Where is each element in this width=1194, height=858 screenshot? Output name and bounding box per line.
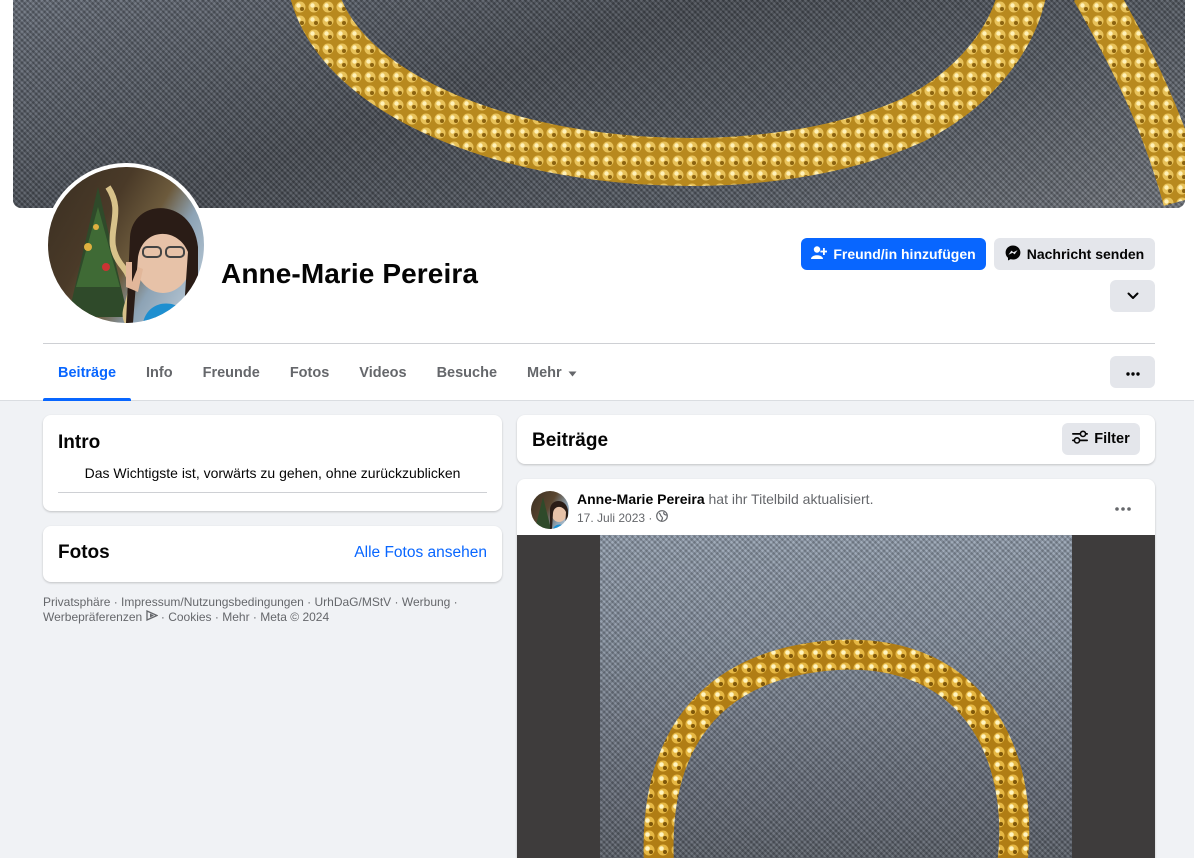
intro-title: Intro (58, 432, 101, 453)
post-author-line: Anne-Marie Pereira hat ihr Titelbild akt… (577, 491, 873, 507)
profile-name: Anne-Marie Pereira (221, 258, 479, 289)
tab-label: Mehr (527, 364, 562, 381)
tab-label: Freunde (202, 364, 260, 381)
profile-tabs: Beiträge Info Freunde Fotos Videos Besuc… (43, 344, 592, 401)
profile-header: Anne-Marie Pereira Freund/in hinzufügen … (0, 0, 1194, 401)
intro-bio: Das Wichtigste ist, vorwärts zu gehen, o… (84, 465, 461, 481)
tab-mehr[interactable]: Mehr (512, 344, 592, 401)
post-author-name[interactable]: Anne-Marie Pereira (577, 491, 705, 507)
cover-photo[interactable] (13, 0, 1185, 208)
footer-link-urhdag[interactable]: UrhDaG/MStV (315, 595, 392, 609)
photos-title: Fotos (58, 542, 110, 563)
tab-label: Videos (359, 364, 407, 381)
tab-info[interactable]: Info (131, 344, 188, 401)
globe-icon (656, 510, 669, 525)
intro-card: Intro Das Wichtigste ist, vorwärts zu ge… (43, 415, 502, 511)
footer-link-ad-choices[interactable]: Werbepräferenzen (43, 610, 142, 624)
send-message-button[interactable]: Nachricht senden (994, 238, 1155, 270)
caret-down-icon (568, 365, 577, 381)
footer-link-ads[interactable]: Werbung (402, 595, 450, 609)
footer-link-imprint[interactable]: Impressum/Nutzungsbedingungen (121, 595, 304, 609)
post-author-avatar[interactable] (531, 491, 569, 529)
post-date[interactable]: 17. Juli 2023 · (577, 511, 652, 525)
post-meta: 17. Juli 2023 · (577, 510, 669, 525)
more-dots-icon (1125, 363, 1140, 381)
post-options-button[interactable] (1107, 495, 1139, 519)
add-friend-button[interactable]: Freund/in hinzufügen (801, 238, 986, 270)
tab-videos[interactable]: Videos (344, 344, 421, 401)
tab-freunde[interactable]: Freunde (188, 344, 275, 401)
tab-label: Info (146, 364, 173, 381)
tab-besuche[interactable]: Besuche (422, 344, 512, 401)
footer-link-more[interactable]: Mehr (222, 610, 249, 624)
add-friend-label: Freund/in hinzufügen (833, 246, 976, 262)
messenger-icon (1005, 245, 1021, 264)
profile-picture[interactable] (44, 163, 208, 327)
more-dots-icon (1115, 498, 1131, 516)
tab-fotos[interactable]: Fotos (275, 344, 344, 401)
posts-title: Beiträge (532, 430, 609, 451)
tab-label: Beiträge (58, 364, 117, 381)
tab-label: Fotos (289, 364, 330, 381)
send-message-label: Nachricht senden (1026, 246, 1145, 262)
filter-button[interactable]: Filter (1062, 423, 1140, 455)
photos-card: Fotos Alle Fotos ansehen (43, 526, 502, 582)
ad-choices-icon (145, 609, 161, 624)
footer-link-cookies[interactable]: Cookies (168, 610, 211, 624)
profile-options-button[interactable] (1110, 280, 1155, 312)
post-card: Anne-Marie Pereira hat ihr Titelbild akt… (517, 479, 1155, 858)
more-options-button[interactable] (1110, 356, 1155, 388)
filter-sliders-icon (1072, 430, 1089, 448)
footer-copyright: Meta © 2024 (260, 610, 330, 624)
post-action-text: hat ihr Titelbild aktualisiert. (708, 491, 874, 507)
post-photo[interactable] (600, 535, 1072, 858)
chevron-down-icon (1127, 287, 1139, 305)
posts-header-card: Beiträge Filter (517, 415, 1155, 464)
add-friend-icon (811, 245, 828, 264)
intro-divider (58, 492, 487, 493)
tab-label: Besuche (436, 364, 498, 381)
footer-link-privacy[interactable]: Privatsphäre (43, 595, 110, 609)
footer-links: Privatsphäre · Impressum/Nutzungsbedingu… (43, 595, 458, 624)
filter-label: Filter (1094, 431, 1130, 447)
see-all-photos-link[interactable]: Alle Fotos ansehen (354, 544, 487, 562)
post-media (517, 535, 1155, 858)
tab-beitraege[interactable]: Beiträge (43, 344, 132, 401)
